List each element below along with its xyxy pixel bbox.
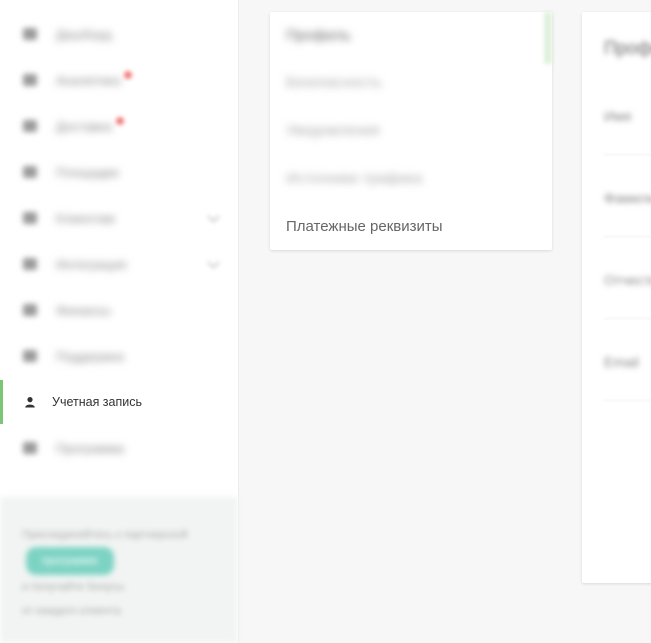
sidebar-item-label: Аналитика xyxy=(56,72,121,88)
notification-dot xyxy=(124,71,133,79)
settings-item-traffic-sources[interactable]: Источники трафика xyxy=(270,154,552,202)
sidebar-item-dashboard[interactable]: Дашборд xyxy=(0,11,238,57)
chevron-down-icon xyxy=(207,256,220,269)
sidebar-item-support[interactable]: Поддержка xyxy=(0,333,238,379)
settings-menu: Профиль Безопасность Уведомления Источни… xyxy=(270,12,552,250)
user-icon xyxy=(22,395,38,409)
profile-panel: Профиль Имя Фамилия Отчество Email xyxy=(582,12,651,583)
promo-line-with-pill: программе xyxy=(22,547,216,575)
integration-icon xyxy=(22,257,38,271)
clients-icon xyxy=(22,211,38,225)
delivery-icon xyxy=(22,119,38,133)
sidebar-item-integration[interactable]: Интеграция xyxy=(0,241,238,287)
settings-item-label: Платежные реквизиты xyxy=(286,217,443,235)
chevron-down-icon xyxy=(207,210,220,223)
sidebar-item-finance[interactable]: Финансы xyxy=(0,287,238,333)
field-label: Имя xyxy=(604,108,632,124)
sidebar-item-label: Поддержка xyxy=(56,348,124,364)
sidebar-item-label: Дашборд xyxy=(56,26,112,42)
panel-title: Профиль xyxy=(604,38,651,58)
sidebar-item-label: Клиентам xyxy=(56,210,115,226)
settings-item-security[interactable]: Безопасность xyxy=(270,58,552,106)
sidebar-item-label: Площадки xyxy=(56,164,119,180)
storefront-icon xyxy=(22,165,38,179)
promo-text: Присоединяйтесь к партнерской xyxy=(22,529,188,541)
sidebar-item-label: Интеграция xyxy=(56,256,127,272)
promo-pill-button[interactable]: программе xyxy=(26,547,114,575)
sidebar-item-account[interactable]: Учетная запись xyxy=(0,379,238,425)
input-underline[interactable] xyxy=(604,318,651,319)
settings-item-payment-details[interactable]: Платежные реквизиты xyxy=(270,202,552,250)
support-icon xyxy=(22,349,38,363)
promo-text: и получайте бонусы xyxy=(22,581,125,593)
sidebar-item-program[interactable]: Программа xyxy=(0,425,238,471)
input-underline[interactable] xyxy=(604,236,651,237)
dashboard-icon xyxy=(22,27,38,41)
sidebar-item-clients[interactable]: Клиентам xyxy=(0,195,238,241)
field-label: Фамилия xyxy=(604,190,651,206)
notification-dot xyxy=(115,117,124,125)
sidebar-item-label: Доставка xyxy=(56,118,112,134)
field-label: Отчество xyxy=(604,272,651,288)
analytics-icon xyxy=(22,73,38,87)
sidebar-item-storefronts[interactable]: Площадки xyxy=(0,149,238,195)
sidebar-item-label: Финансы xyxy=(56,302,111,318)
settings-item-notifications[interactable]: Уведомления xyxy=(270,106,552,154)
sidebar: Дашборд Аналитика Доставка Площадки Клие… xyxy=(0,0,239,643)
input-underline[interactable] xyxy=(604,154,651,155)
settings-item-label: Источники трафика xyxy=(286,169,423,187)
sidebar-item-label: Программа xyxy=(56,440,125,456)
field-label: Email xyxy=(604,354,640,370)
program-icon xyxy=(22,441,38,455)
partner-promo: Присоединяйтесь к партнерской программе … xyxy=(0,497,238,643)
promo-text: от каждого клиента xyxy=(22,605,121,617)
settings-item-label: Уведомления xyxy=(286,121,380,139)
sidebar-item-label: Учетная запись xyxy=(52,395,143,409)
input-underline[interactable] xyxy=(604,400,651,401)
sidebar-nav: Дашборд Аналитика Доставка Площадки Клие… xyxy=(0,0,238,471)
active-indicator xyxy=(544,12,552,64)
finance-icon xyxy=(22,303,38,317)
settings-item-label: Профиль xyxy=(286,26,351,44)
settings-item-profile[interactable]: Профиль xyxy=(270,12,552,58)
sidebar-item-analytics[interactable]: Аналитика xyxy=(0,57,238,103)
sidebar-item-delivery[interactable]: Доставка xyxy=(0,103,238,149)
settings-item-label: Безопасность xyxy=(286,73,382,91)
